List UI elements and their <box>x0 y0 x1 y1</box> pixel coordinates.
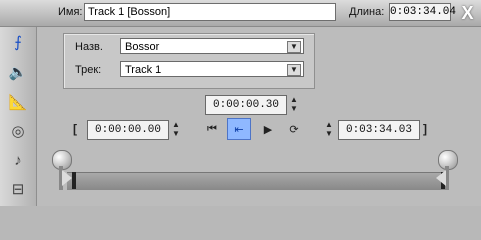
name-label: Имя: <box>58 6 83 18</box>
sidebar: ⨍ 🔈 📐 ◎ ♪ ⊟ <box>0 27 37 206</box>
right-trim-handle-triangle <box>436 170 446 186</box>
title-dropdown-value: Bossor <box>125 41 160 53</box>
loop-button[interactable]: ⟳ <box>283 119 305 139</box>
track-label: Трек: <box>75 64 102 76</box>
music-note-icon: ♪ <box>14 151 22 169</box>
ruler-icon: 📐 <box>8 94 28 111</box>
track-start-marker <box>72 172 76 189</box>
start-spinner[interactable]: ▲ ▼ <box>170 120 182 138</box>
play-button[interactable]: ▶ <box>257 119 279 139</box>
skip-back-button[interactable]: ⏮ <box>201 119 223 139</box>
duration-value: 0:03:34.04 <box>389 3 456 21</box>
title-label: Назв. <box>75 41 103 53</box>
track-dropdown-value: Track 1 <box>125 64 162 76</box>
track-dropdown[interactable]: Track 1 ▼ <box>120 61 304 77</box>
duration-label: Длина: <box>349 6 385 18</box>
start-bracket: [ <box>73 122 77 136</box>
timeline-track[interactable] <box>67 172 445 190</box>
cd-tool-button[interactable]: ◎ <box>5 119 31 143</box>
header-bar: Имя: Track 1 [Bosson] Длина: 0:03:34.04 … <box>0 0 481 27</box>
end-time-box[interactable]: 0:03:34.03 <box>338 120 420 140</box>
previous-mark-icon: ⇤ <box>234 123 244 136</box>
close-button[interactable]: X <box>454 0 481 26</box>
title-dropdown[interactable]: Bossor ▼ <box>120 38 304 54</box>
previous-mark-button[interactable]: ⇤ <box>227 118 251 140</box>
chevron-down-icon: ▼ <box>287 41 301 53</box>
speaker-icon: 🔈 <box>8 64 28 81</box>
start-time-box[interactable]: 0:00:00.00 <box>87 120 169 140</box>
waveform-tool-button[interactable]: ⨍ <box>5 30 31 54</box>
music-tool-button[interactable]: ♪ <box>5 148 31 172</box>
left-trim-handle[interactable] <box>52 150 72 190</box>
chevron-down-icon: ▼ <box>287 64 301 76</box>
loop-icon: ⟳ <box>289 123 299 136</box>
plug-icon: ⊟ <box>11 181 25 198</box>
ruler-tool-button[interactable]: 📐 <box>5 90 31 114</box>
name-input[interactable]: Track 1 [Bosson] <box>84 3 336 21</box>
play-icon: ▶ <box>263 123 273 136</box>
end-bracket: ] <box>423 122 427 136</box>
plug-tool-button[interactable]: ⊟ <box>5 177 31 201</box>
cd-icon: ◎ <box>11 123 25 140</box>
position-spinner[interactable]: ▲ ▼ <box>288 95 300 113</box>
speaker-tool-button[interactable]: 🔈 <box>5 60 31 84</box>
audio-properties-window: Имя: Track 1 [Bosson] Длина: 0:03:34.04 … <box>0 0 481 206</box>
left-trim-handle-triangle <box>62 170 72 186</box>
right-trim-handle[interactable] <box>436 150 458 190</box>
skip-back-icon: ⏮ <box>207 122 217 135</box>
waveform-icon: ⨍ <box>14 34 22 51</box>
position-time-box[interactable]: 0:00:00.30 <box>205 95 287 115</box>
end-spinner[interactable]: ▲ ▼ <box>323 120 335 138</box>
